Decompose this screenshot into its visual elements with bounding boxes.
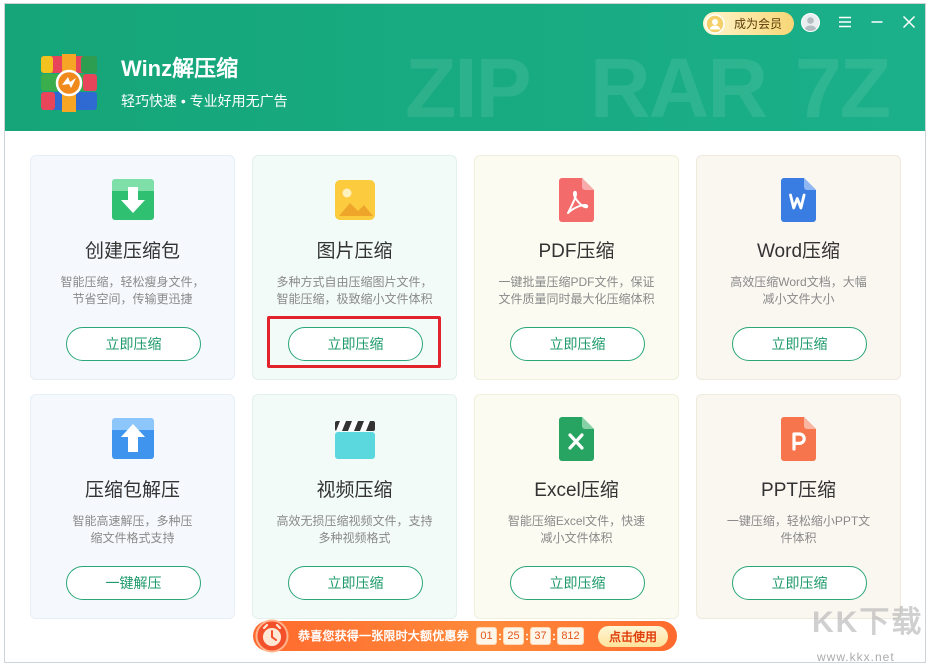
card-description-line: 文件质量同时最大化压缩体积 — [498, 292, 655, 306]
card-word-compress: Word压缩 高效压缩Word文档，大幅 减小文件大小 立即压缩 — [696, 155, 901, 380]
word-compress-button[interactable]: 立即压缩 — [732, 327, 867, 361]
image-compress-button[interactable]: 立即压缩 — [288, 327, 423, 361]
card-description: 多种方式自由压缩图片文件， 智能压缩，极致缩小文件体积 — [259, 274, 450, 308]
site-watermark-brand: KK下载 — [812, 606, 924, 639]
become-member-label: 成为会员 — [734, 17, 783, 31]
card-description: 高效无损压缩视频文件，支持 多种视频格式 — [259, 513, 450, 547]
extract-archive-icon — [109, 415, 157, 463]
menu-icon[interactable] — [837, 14, 853, 30]
user-avatar-icon[interactable] — [801, 13, 820, 32]
card-title: Excel压缩 — [534, 480, 619, 501]
card-description-line: 智能高速解压，多种压 — [72, 514, 193, 528]
ppt-compress-button[interactable]: 立即压缩 — [732, 566, 867, 600]
card-image-compress: 图片压缩 多种方式自由压缩图片文件， 智能压缩，极致缩小文件体积 立即压缩 — [252, 155, 457, 380]
card-extract-archive: 压缩包解压 智能高速解压，多种压 缩文件格式支持 一键解压 — [30, 394, 235, 619]
app-title: Winz解压缩 — [121, 56, 239, 81]
card-description-line: 件体积 — [780, 531, 817, 545]
create-archive-button[interactable]: 立即压缩 — [66, 327, 201, 361]
card-description-line: 减小文件大小 — [762, 292, 835, 306]
card-description-line: 高效压缩Word文档，大幅 — [730, 275, 867, 289]
card-description-line: 一键压缩，轻松缩小PPT文 — [726, 514, 871, 528]
card-description-line: 智能压缩，极致缩小文件体积 — [276, 292, 433, 306]
card-description-line: 一键批量压缩PDF文件，保证 — [498, 275, 655, 289]
header-watermark-zip: ZIP — [405, 41, 532, 131]
close-icon[interactable] — [901, 14, 917, 30]
excel-compress-button[interactable]: 立即压缩 — [510, 566, 645, 600]
card-description: 高效压缩Word文档，大幅 减小文件大小 — [703, 274, 894, 308]
extract-archive-button[interactable]: 一键解压 — [66, 566, 201, 600]
winz-archive-logo-icon — [39, 54, 99, 112]
header-watermark-rar: RAR — [590, 41, 768, 131]
card-excel-compress: Excel压缩 智能压缩Excel文件，快速 减小文件体积 立即压缩 — [474, 394, 679, 619]
countdown-minutes: 25 — [503, 627, 524, 645]
card-description-line: 节省空间，传输更迅捷 — [72, 292, 193, 306]
coupon-clock-icon — [255, 619, 289, 653]
card-title: 压缩包解压 — [84, 480, 180, 501]
card-description: 智能高速解压，多种压 缩文件格式支持 — [37, 513, 228, 547]
card-create-archive: 创建压缩包 智能压缩，轻松瘦身文件， 节省空间，传输更迅捷 立即压缩 — [30, 155, 235, 380]
card-title: 创建压缩包 — [84, 241, 180, 262]
card-title: Word压缩 — [756, 241, 841, 262]
countdown-timer: 01 : 25 : 37 : 812 — [476, 627, 584, 645]
card-description-line: 减小文件体积 — [540, 531, 613, 545]
card-pdf-compress: PDF压缩 一键批量压缩PDF文件，保证 文件质量同时最大化压缩体积 立即压缩 — [474, 155, 679, 380]
card-description: 一键批量压缩PDF文件，保证 文件质量同时最大化压缩体积 — [481, 274, 672, 308]
card-description: 智能压缩Excel文件，快速 减小文件体积 — [481, 513, 672, 547]
pdf-compress-button[interactable]: 立即压缩 — [510, 327, 645, 361]
create-archive-icon — [109, 176, 157, 224]
countdown-milliseconds: 812 — [557, 627, 584, 645]
card-video-compress: 视频压缩 高效无损压缩视频文件，支持 多种视频格式 立即压缩 — [252, 394, 457, 619]
word-icon — [775, 176, 823, 224]
card-description: 智能压缩，轻松瘦身文件， 节省空间，传输更迅捷 — [37, 274, 228, 308]
minimize-icon[interactable] — [869, 14, 885, 30]
video-icon — [331, 415, 379, 463]
card-description-line: 缩文件格式支持 — [90, 531, 175, 545]
coupon-message: 恭喜您获得一张限时大额优惠券 — [298, 629, 469, 643]
image-icon — [331, 176, 379, 224]
card-title: 视频压缩 — [316, 480, 393, 501]
card-title: PPT压缩 — [761, 480, 836, 501]
use-coupon-button[interactable]: 点击使用 — [598, 626, 668, 647]
card-title: 图片压缩 — [316, 241, 393, 262]
card-description-line: 智能压缩Excel文件，快速 — [507, 514, 646, 528]
card-description-line: 多种视频格式 — [318, 531, 391, 545]
card-description-line: 多种方式自由压缩图片文件， — [276, 275, 433, 289]
card-title: PDF压缩 — [538, 241, 615, 262]
app-subtitle: 轻巧快速 • 专业好用无广告 — [121, 93, 288, 109]
header-watermark-7z: 7Z — [795, 41, 891, 131]
ppt-icon — [775, 415, 823, 463]
become-member-button[interactable]: 成为会员 — [703, 12, 794, 35]
countdown-seconds: 37 — [530, 627, 551, 645]
card-description-line: 智能压缩，轻松瘦身文件， — [60, 275, 205, 289]
video-compress-button[interactable]: 立即压缩 — [288, 566, 423, 600]
app-root: ZIP RAR 7Z Winz解压缩 轻巧快速 • 专业好用无广告 成为会员 创… — [0, 0, 930, 666]
card-description-line: 高效无损压缩视频文件，支持 — [276, 514, 433, 528]
countdown-hours: 01 — [476, 627, 497, 645]
card-ppt-compress: PPT压缩 一键压缩，轻松缩小PPT文 件体积 立即压缩 — [696, 394, 901, 619]
excel-icon — [553, 415, 601, 463]
vip-avatar-icon — [705, 13, 725, 34]
card-description: 一键压缩，轻松缩小PPT文 件体积 — [703, 513, 894, 547]
site-watermark-url: www.kkx.net — [817, 650, 895, 664]
pdf-icon — [553, 176, 601, 224]
